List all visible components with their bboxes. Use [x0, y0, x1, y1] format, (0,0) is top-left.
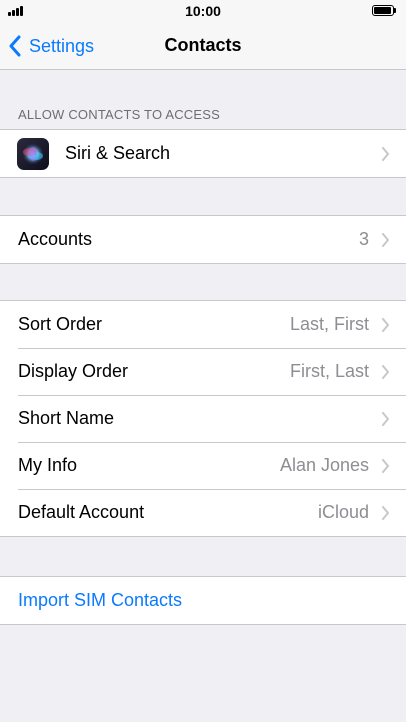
my-info-row[interactable]: My Info Alan Jones [0, 442, 406, 489]
default-account-value: iCloud [317, 502, 369, 522]
chevron-right-icon [382, 411, 389, 426]
siri-search-row[interactable]: Siri & Search [0, 130, 406, 177]
short-name-label: Short Name [18, 408, 115, 428]
status-bar: 10:00 [0, 0, 406, 22]
page-title: Contacts [164, 35, 242, 55]
battery-icon [372, 5, 396, 16]
default-account-label: Default Account [18, 502, 145, 522]
navigation-bar: Settings Contacts [0, 22, 406, 70]
section-header-access: ALLOW CONTACTS TO ACCESS [18, 107, 221, 122]
access-group: Siri & Search [0, 129, 406, 178]
sort-order-label: Sort Order [18, 314, 103, 334]
display-order-row[interactable]: Display Order First, Last [0, 348, 406, 395]
sort-order-row[interactable]: Sort Order Last, First [0, 301, 406, 348]
import-sim-contacts-row[interactable]: Import SIM Contacts [0, 577, 406, 624]
chevron-right-icon [382, 317, 389, 332]
short-name-row[interactable]: Short Name [0, 395, 406, 442]
accounts-label: Accounts [18, 229, 93, 249]
settings-group: Sort Order Last, First Display Order Fir… [0, 300, 406, 537]
display-order-label: Display Order [18, 361, 129, 381]
chevron-right-icon [382, 458, 389, 473]
my-info-label: My Info [18, 455, 78, 475]
accounts-count: 3 [358, 229, 369, 249]
import-group: Import SIM Contacts [0, 576, 406, 625]
accounts-group: Accounts 3 [0, 215, 406, 264]
siri-icon [17, 137, 49, 170]
accounts-row[interactable]: Accounts 3 [0, 216, 406, 263]
sort-order-value: Last, First [289, 314, 369, 334]
import-sim-contacts-button[interactable]: Import SIM Contacts [18, 590, 182, 611]
default-account-row[interactable]: Default Account iCloud [0, 489, 406, 536]
chevron-right-icon [382, 364, 389, 379]
siri-search-label: Siri & Search [65, 143, 171, 163]
my-info-value: Alan Jones [279, 455, 369, 475]
chevron-right-icon [382, 146, 389, 161]
chevron-right-icon [382, 232, 389, 247]
chevron-right-icon [382, 505, 389, 520]
display-order-value: First, Last [289, 361, 369, 381]
status-time: 10:00 [185, 3, 221, 19]
